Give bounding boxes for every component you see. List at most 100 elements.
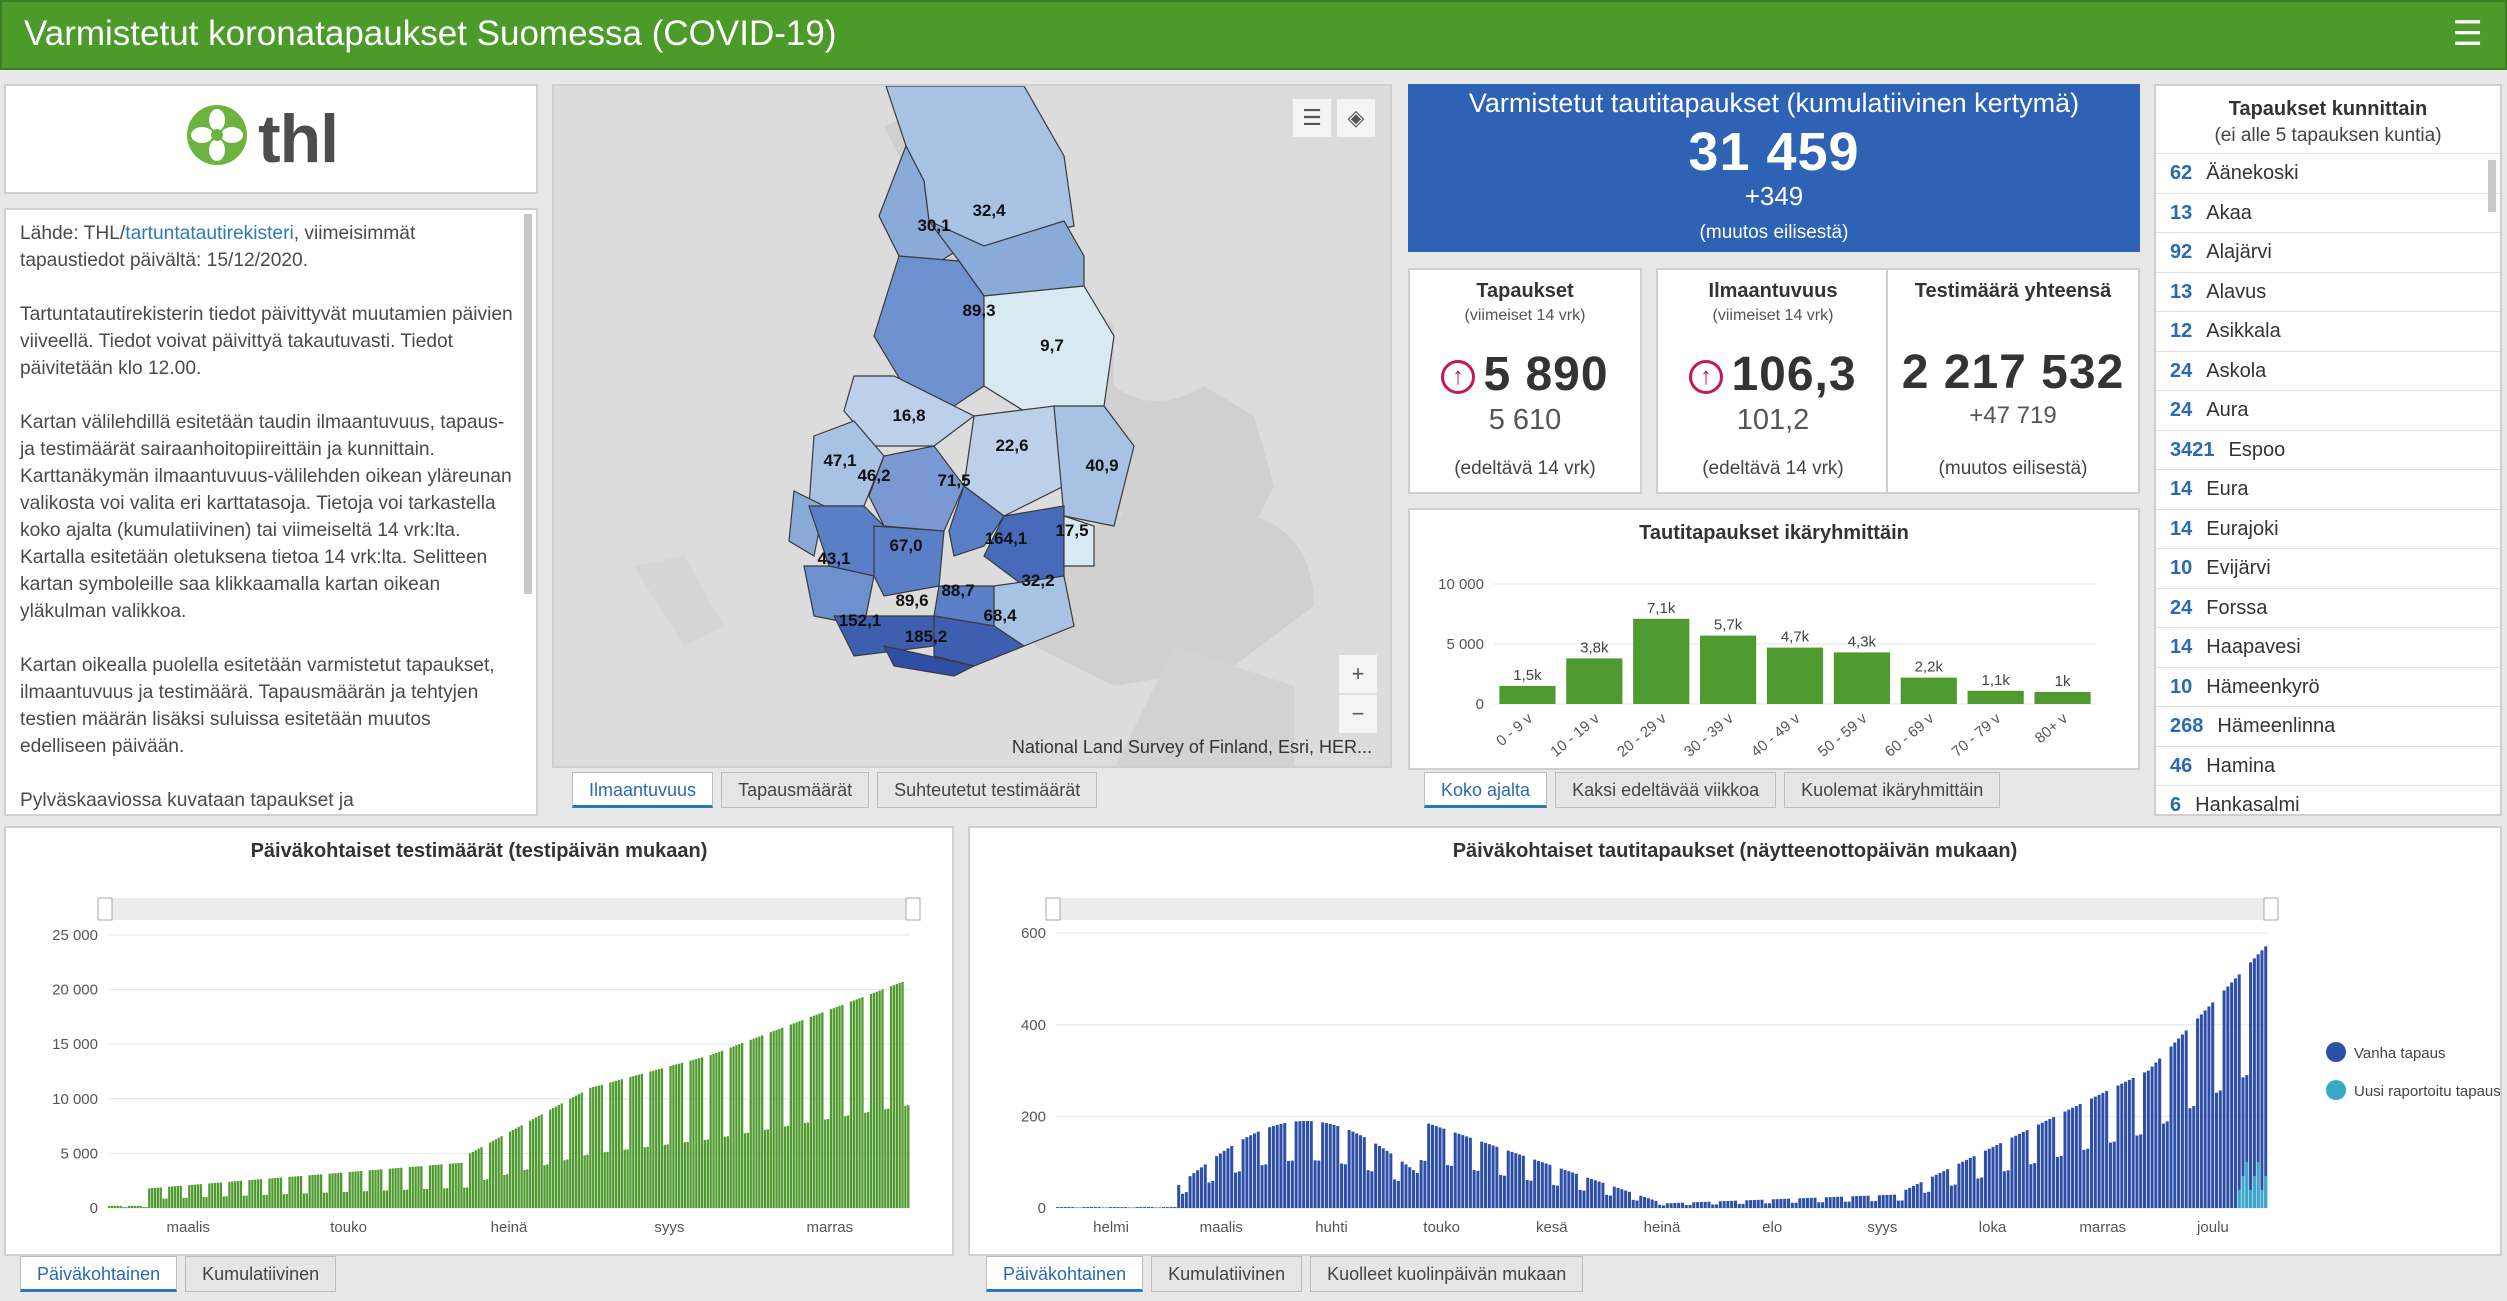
- hamburger-icon[interactable]: ☰: [2453, 16, 2483, 52]
- daily-bar: [414, 1166, 417, 1208]
- x-tick-label: 80+ v: [2032, 710, 2072, 747]
- x-tick-label: kesä: [1536, 1219, 1568, 1236]
- scrollbar-thumb[interactable]: [524, 214, 532, 594]
- daily-bar: [804, 1122, 807, 1208]
- list-item[interactable]: 14 Eura: [2156, 469, 2500, 509]
- daily-bar: [282, 1194, 286, 1208]
- bar-10-19-v: [1566, 658, 1623, 704]
- tab-suhteutetut-testimaarat[interactable]: Suhteutetut testimäärät: [877, 772, 1098, 808]
- layers-icon[interactable]: ◈: [1336, 98, 1376, 138]
- tab-kumulatiivinen[interactable]: Kumulatiivinen: [185, 1256, 337, 1292]
- daily-bar: [1760, 1199, 1764, 1208]
- list-item[interactable]: 46 Hamina: [2156, 745, 2500, 786]
- daily-bar: [133, 1205, 137, 1208]
- daily-bar: [2139, 1134, 2143, 1208]
- list-item-name: Hämeenlinna: [2217, 715, 2336, 737]
- map-value-label: 67,0: [889, 536, 922, 555]
- daily-bar: [1824, 1197, 1828, 1208]
- list-item[interactable]: 92 Alajärvi: [2156, 232, 2500, 272]
- daily-bar: [1158, 1207, 1162, 1208]
- list-item[interactable]: 24 Aura: [2156, 390, 2500, 430]
- thl-logo: thl: [4, 84, 538, 194]
- daily-bar: [394, 1168, 397, 1208]
- zoom-out-button[interactable]: −: [1338, 694, 1378, 734]
- daily-bar: [1294, 1121, 1298, 1208]
- daily-bar: [471, 1151, 475, 1208]
- list-item-name: Alavus: [2206, 280, 2267, 303]
- daily-bar: [617, 1080, 621, 1208]
- daily-bar: [1991, 1146, 1995, 1208]
- daily-bar: [1999, 1143, 2003, 1208]
- tab-ilmaantuvuus[interactable]: Ilmaantuvuus: [572, 772, 714, 808]
- kpi-note: (muutos eilisestä): [1699, 222, 1849, 243]
- scrollbar-thumb[interactable]: [2488, 160, 2496, 212]
- legend-list-icon[interactable]: ☰: [1292, 98, 1332, 138]
- daily-bar: [1442, 1128, 1446, 1208]
- daily-bar: [1840, 1196, 1844, 1208]
- daily-bar: [1965, 1159, 1969, 1208]
- x-tick-label: 0 - 9 v: [1493, 710, 1536, 750]
- daily-bar: [881, 989, 884, 1208]
- daily-bar: [1131, 1207, 1135, 1208]
- daily-bar: [1252, 1133, 1256, 1208]
- info-paragraph: Kartan oikealla puolella esitetään varmi…: [20, 655, 495, 757]
- list-item[interactable]: 10 Hämeenkyrö: [2156, 666, 2500, 707]
- zoom-in-button[interactable]: +: [1338, 654, 1378, 694]
- daily-bar: [1109, 1207, 1113, 1208]
- tab-paivakohtainen[interactable]: Päiväkohtainen: [20, 1256, 178, 1292]
- daily-bar: [798, 1021, 801, 1208]
- list-item[interactable]: 268 Hämeenlinna: [2156, 706, 2500, 746]
- map-view[interactable]: 32,4 30,1 89,3 9,7 16,8 22,6 40,9 46,2 71,5 47,1 6…: [552, 84, 1392, 768]
- daily-bar: [1324, 1123, 1328, 1208]
- daily-bar: [2233, 978, 2237, 1208]
- y-tick-label: 600: [1021, 925, 1046, 942]
- daily-bar: [2264, 946, 2268, 1208]
- daily-bar: [763, 1129, 767, 1208]
- list-item[interactable]: 13 Alavus: [2156, 271, 2500, 312]
- list-item[interactable]: 14 Eurajoki: [2156, 508, 2500, 549]
- y-tick-label: 10 000: [52, 1091, 98, 1108]
- list-item[interactable]: 62 Äänekoski: [2156, 153, 2500, 193]
- daily-bar: [1207, 1182, 1211, 1208]
- list-item[interactable]: 24 Forssa: [2156, 587, 2500, 628]
- daily-bar: [371, 1170, 374, 1208]
- range-slider-handle-right: [905, 897, 921, 921]
- tab-kaksi-edeltavaa-viikkoa[interactable]: Kaksi edeltävää viikkoa: [1555, 772, 1777, 808]
- daily-bar: [1343, 1164, 1347, 1208]
- list-item[interactable]: 10 Evijärvi: [2156, 548, 2500, 588]
- kpi-footer: (muutos eilisestä): [1938, 458, 2088, 479]
- tab-tapausmaarat[interactable]: Tapausmäärät: [721, 772, 870, 808]
- daily-bar: [1385, 1150, 1389, 1208]
- tab-kuolleet-kuolinpaivan-mukaan[interactable]: Kuolleet kuolinpäivän mukaan: [1310, 1256, 1584, 1292]
- daily-bar: [2196, 1018, 2200, 1208]
- list-item[interactable]: 13 Akaa: [2156, 192, 2500, 233]
- tab-kumulatiivinen[interactable]: Kumulatiivinen: [1151, 1256, 1303, 1292]
- bar-50-59-v: [1833, 652, 1890, 704]
- tab-kuolemat-ikaryhmittain[interactable]: Kuolemat ikäryhmittäin: [1784, 772, 2001, 808]
- daily-bar: [216, 1182, 220, 1208]
- daily-bar: [2010, 1137, 2014, 1208]
- list-item-name: Eura: [2206, 478, 2249, 500]
- daily-bar: [574, 1095, 578, 1208]
- daily-bar: [1768, 1203, 1772, 1208]
- tab-paivakohtainen[interactable]: Päiväkohtainen: [986, 1256, 1144, 1292]
- tab-koko-ajalta[interactable]: Koko ajalta: [1424, 772, 1548, 808]
- list-item[interactable]: 24 Askola: [2156, 350, 2500, 391]
- daily-bar: [632, 1076, 635, 1208]
- daily-bar: [1802, 1198, 1806, 1208]
- daily-bar: [1949, 1185, 1953, 1208]
- list-item-count: 24: [2170, 399, 2193, 421]
- registry-link[interactable]: tartuntatautirekisteri: [125, 223, 294, 244]
- daily-bar: [420, 1166, 423, 1208]
- list-item[interactable]: 12 Asikkala: [2156, 311, 2500, 351]
- daily-bar: [2093, 1096, 2097, 1208]
- daily-bar: [1669, 1203, 1673, 1208]
- kpi-value: 5 890: [1483, 348, 1609, 401]
- list-item[interactable]: 14 Haapavesi: [2156, 627, 2500, 667]
- list-item[interactable]: 6 Hankasalmi: [2156, 785, 2500, 814]
- list-item[interactable]: 3421 Espoo: [2156, 429, 2500, 470]
- daily-bar: [2154, 1062, 2158, 1208]
- daily-bar: [1476, 1170, 1480, 1208]
- cases-chart-panel: Päiväkohtaiset tautitapaukset (näytteeno…: [968, 826, 2502, 1256]
- daily-bar: [403, 1189, 406, 1208]
